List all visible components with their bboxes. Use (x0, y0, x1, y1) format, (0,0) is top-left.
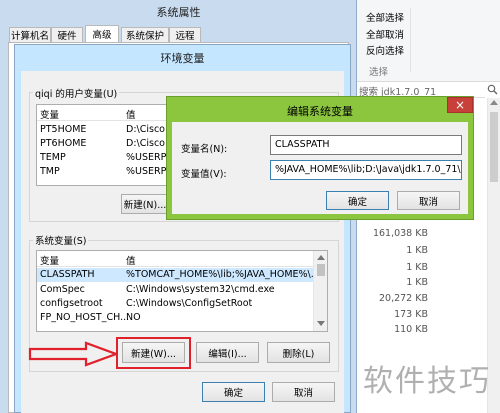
user-vars-label: qiqi 的用户变量(U) (33, 86, 120, 100)
menu-invert-selection[interactable]: 反向选择 (366, 43, 404, 57)
system-var-row[interactable]: ComSpec C:\Windows\system32\cmd.exe (37, 283, 313, 297)
user-vars-header: 变量 值 (37, 105, 170, 121)
col-val-header: 值 (126, 256, 136, 267)
user-var-row[interactable]: TEMP %USERPF (37, 151, 170, 165)
system-var-row[interactable]: FP_NO_HOST_CH... NO (37, 311, 313, 325)
var-value: %USERPF (126, 166, 170, 177)
var-name: configsetroot (40, 298, 103, 309)
file-size: 1 KB (406, 262, 428, 273)
file-size: 173 KB (394, 309, 428, 320)
var-value: C:\Windows\system32\cmd.exe (126, 284, 275, 295)
tab-system-protection[interactable]: 系统保护 (121, 27, 169, 42)
var-name: FP_NO_HOST_CH... (40, 312, 130, 323)
col-var-header: 变量 (40, 110, 60, 121)
system-vars-header: 变量 值 (37, 251, 313, 267)
system-edit-button[interactable]: 编辑(I)... (196, 342, 259, 363)
var-value: %TOMCAT_HOME%\lib;%JAVA_HOME%\... (126, 269, 313, 280)
var-name: ComSpec (40, 284, 85, 295)
user-var-row[interactable]: PT6HOME D:\Cisco (37, 137, 170, 151)
var-value: NO (126, 312, 141, 323)
file-size: 1 KB (406, 277, 428, 288)
watermark: 软件技巧 (363, 364, 491, 399)
highlight-arrow-icon (28, 341, 120, 367)
menu-select-all[interactable]: 全部选择 (366, 10, 404, 24)
scroll-down-arrow-icon[interactable] (317, 321, 325, 326)
variable-value-label: 变量值(V): (181, 169, 227, 180)
tab-hardware[interactable]: 硬件 (51, 27, 83, 42)
ribbon-group-label: 选择 (369, 67, 389, 78)
var-name: PT5HOME (40, 124, 87, 135)
var-value: C:\Windows\ConfigSetRoot (126, 298, 253, 309)
system-vars-label: 系统变量(S) (33, 233, 89, 247)
var-name: PT6HOME (40, 138, 87, 149)
file-size: 110 KB (394, 324, 428, 335)
scroll-thumb[interactable] (317, 264, 325, 276)
variable-name-label: 变量名(N): (181, 144, 228, 155)
file-size: 20,272 KB (378, 293, 428, 304)
scroll-up-arrow-icon[interactable] (490, 100, 498, 105)
var-name: TEMP (40, 152, 66, 163)
col-var-header: 变量 (40, 256, 60, 267)
close-icon: × (454, 98, 466, 112)
var-value: D:\Cisco (126, 124, 165, 135)
tab-advanced[interactable]: 高级 (85, 25, 119, 42)
system-var-row-selected[interactable]: CLASSPATH %TOMCAT_HOME%\lib;%JAVA_HOME%\… (37, 268, 313, 282)
tab-remote[interactable]: 远程 (169, 27, 201, 42)
var-name: TMP (40, 166, 60, 177)
system-new-button[interactable]: 新建(W)... (122, 342, 185, 363)
system-vars-scrollbar[interactable] (313, 251, 327, 331)
env-cancel-button[interactable]: 取消 (272, 382, 335, 402)
edit-dialog-title: 编辑系统变量 (287, 105, 353, 118)
env-vars-title: 环境变量 (160, 52, 205, 65)
file-size: 161,038 KB (372, 228, 428, 239)
user-var-row[interactable]: TMP %USERPF (37, 165, 170, 179)
variable-name-input[interactable]: CLASSPATH (270, 135, 462, 155)
scroll-up-arrow-icon[interactable] (317, 255, 325, 260)
edit-dialog-close-button[interactable]: × (447, 97, 473, 113)
file-size: 1 KB (406, 245, 428, 256)
scroll-thumb[interactable] (490, 112, 498, 182)
system-properties-title: 系统属性 (156, 6, 201, 19)
menu-select-none[interactable]: 全部取消 (366, 27, 404, 41)
system-var-row[interactable]: configsetroot C:\Windows\ConfigSetRoot (37, 297, 313, 311)
env-ok-button[interactable]: 确定 (202, 382, 265, 402)
user-new-button[interactable]: 新建(N)... (121, 194, 169, 214)
variable-value-input[interactable]: %JAVA_HOME%\lib;D:\Java\jdk1.7.0_71\bin (270, 160, 462, 180)
var-name: CLASSPATH (40, 269, 95, 280)
tab-computer-name[interactable]: 计算机名 (9, 27, 51, 42)
edit-cancel-button[interactable]: 取消 (397, 191, 460, 210)
var-value: D:\Cisco (126, 138, 165, 149)
user-var-row[interactable]: PT5HOME D:\Cisco (37, 123, 170, 137)
edit-ok-button[interactable]: 确定 (326, 191, 389, 210)
search-icon[interactable] (487, 84, 498, 95)
ribbon-divider (410, 8, 411, 72)
var-value: %USERPF (126, 152, 170, 163)
system-delete-button[interactable]: 删除(L) (267, 342, 330, 363)
col-val-header: 值 (126, 110, 136, 121)
